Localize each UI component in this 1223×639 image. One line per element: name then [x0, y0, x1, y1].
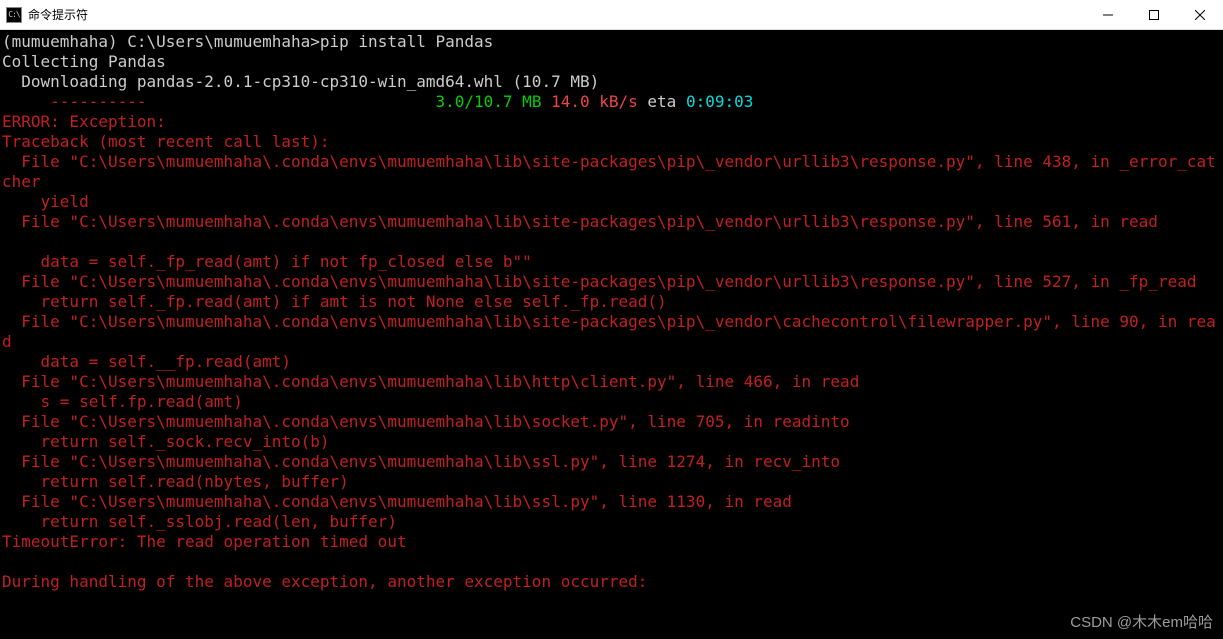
error-line: return self._sslobj.read(len, buffer)	[2, 512, 397, 531]
error-line: TimeoutError: The read operation timed o…	[2, 532, 407, 551]
error-line: ERROR: Exception:	[2, 112, 166, 131]
error-line: return self.read(nbytes, buffer)	[2, 472, 349, 491]
error-line: File "C:\Users\mumuemhaha\.conda\envs\mu…	[2, 452, 840, 471]
error-line: During handling of the above exception, …	[2, 572, 647, 591]
window-controls	[1085, 0, 1223, 29]
watermark: CSDN @木木em哈哈	[1070, 614, 1213, 633]
error-line: data = self.__fp.read(amt)	[2, 352, 291, 371]
prompt-env: (mumuemhaha)	[2, 32, 127, 51]
error-line: yield	[2, 192, 89, 211]
error-line: File "C:\Users\mumuemhaha\.conda\envs\mu…	[2, 412, 850, 431]
error-line: File "C:\Users\mumuemhaha\.conda\envs\mu…	[2, 372, 859, 391]
output-collecting: Collecting Pandas	[2, 52, 166, 71]
output-downloading: Downloading pandas-2.0.1-cp310-cp310-win…	[2, 72, 599, 91]
maximize-button[interactable]	[1131, 0, 1177, 29]
close-button[interactable]	[1177, 0, 1223, 29]
error-line: return self._fp.read(amt) if amt is not …	[2, 292, 667, 311]
progress-eta: 0:09:03	[686, 92, 753, 111]
error-line: return self._sock.recv_into(b)	[2, 432, 330, 451]
error-line: File "C:\Users\mumuemhaha\.conda\envs\mu…	[2, 212, 1158, 231]
progress-bar-dashes: ----------	[50, 92, 146, 111]
error-line: Traceback (most recent call last):	[2, 132, 330, 151]
window-titlebar: C:\ 命令提示符	[0, 0, 1223, 30]
progress-spaces	[147, 92, 436, 111]
progress-prefix	[2, 92, 50, 111]
progress-speed: 14.0 kB/s	[541, 92, 637, 111]
terminal-output[interactable]: (mumuemhaha) C:\Users\mumuemhaha>pip ins…	[0, 30, 1223, 639]
progress-size: 3.0/10.7 MB	[435, 92, 541, 111]
titlebar-left: C:\ 命令提示符	[0, 6, 88, 23]
error-line: File "C:\Users\mumuemhaha\.conda\envs\mu…	[2, 272, 1196, 291]
typed-command: pip install Pandas	[320, 32, 493, 51]
window-title: 命令提示符	[28, 6, 88, 23]
error-line: File "C:\Users\mumuemhaha\.conda\envs\mu…	[2, 492, 792, 511]
error-line: File "C:\Users\mumuemhaha\.conda\envs\mu…	[2, 152, 1216, 191]
prompt-path: C:\Users\mumuemhaha>	[127, 32, 320, 51]
cmd-app-icon: C:\	[6, 7, 22, 23]
error-line: data = self._fp_read(amt) if not fp_clos…	[2, 252, 532, 271]
progress-eta-label: eta	[638, 92, 686, 111]
error-line: s = self.fp.read(amt)	[2, 392, 243, 411]
minimize-button[interactable]	[1085, 0, 1131, 29]
error-line: File "C:\Users\mumuemhaha\.conda\envs\mu…	[2, 312, 1216, 351]
